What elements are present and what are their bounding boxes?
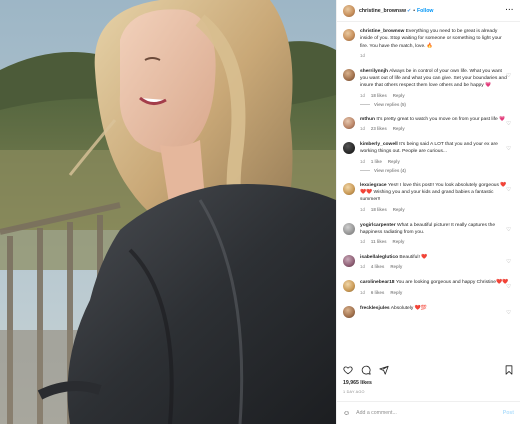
comment-username[interactable]: kimberly_cowell [360,142,398,147]
post-timestamp: 1 DAY AGO [343,390,365,394]
heart-icon[interactable]: ♡ [506,121,511,127]
comment-time: 1d [360,92,365,98]
comment-input[interactable] [356,410,487,416]
view-replies-label: View replies (4) [374,167,406,173]
reply-button[interactable]: Reply [393,239,405,244]
commenter-avatar[interactable] [343,305,355,318]
reply-button[interactable]: Reply [390,290,402,295]
comment-item: mthun It's pretty great to watch you mov… [343,116,514,131]
comment-likes[interactable]: 18 likes [371,207,387,212]
comment-likes[interactable]: 18 likes [371,93,387,98]
emoji-icon[interactable]: ☺ [343,410,350,417]
commenter-avatar[interactable] [343,222,355,235]
comment-username[interactable]: frecklesjules [360,306,390,311]
comment-item: isabellaleglutico Beautiful! ❤️ 1d 4 like… [343,254,514,269]
comment-item: sherrilynnjh Always be in control of you… [343,68,514,98]
reply-button[interactable]: Reply [393,207,405,212]
heart-icon[interactable]: ♡ [506,310,511,316]
comment-text: Absolutely ❤️💯 [390,305,427,311]
author-avatar[interactable] [343,4,355,17]
author-username[interactable]: christine_brownsw [359,8,406,14]
heart-icon[interactable]: ♡ [506,259,511,265]
comment-item: frecklesjules Absolutely ❤️💯 ♡ [343,305,514,318]
action-bar [337,364,520,376]
comment-username[interactable]: sherrilynnjh [360,69,388,74]
reply-button[interactable]: Reply [388,159,400,164]
author-avatar[interactable] [343,29,355,41]
separator-dot: • [413,7,415,14]
caption: christine_brownsw Everything you need to… [343,28,514,58]
share-icon[interactable] [379,365,389,375]
comment-time: 1d [360,289,365,295]
likes-count[interactable]: 19,965 likes [343,380,372,386]
view-replies-label: View replies (5) [374,101,406,107]
heart-icon[interactable]: ♡ [506,284,511,290]
post-button[interactable]: Post [503,410,514,416]
comment-time: 1d [360,264,365,270]
comment-likes[interactable]: 6 likes [371,290,384,295]
replies-divider [360,103,370,105]
comment-item: carolinebear18 You are looking gorgeous … [343,279,514,295]
add-comment-bar: ☺ Post [337,401,520,424]
comment-username[interactable]: carolinebear18 [360,280,395,285]
comment-likes[interactable]: 4 likes [371,264,384,269]
heart-icon[interactable]: ♡ [506,146,511,152]
reply-button[interactable]: Reply [393,93,405,98]
comment-icon[interactable] [361,365,371,375]
reply-button[interactable]: Reply [393,126,405,131]
view-replies-button[interactable]: View replies (5) [360,102,514,107]
caption-time: 1d [360,52,365,58]
photo-illustration [0,0,336,424]
comment-time: 1d [360,206,365,212]
heart-icon[interactable]: ♡ [506,187,511,193]
comment-username[interactable]: yogirlcarpenter [360,223,396,228]
comment-text: You are looking gorgeous and happy Chris… [395,280,509,286]
comment-username[interactable]: lexxiegrace [360,183,387,188]
post-header: christine_brownsw ✔ • Follow ··· [337,0,520,22]
commenter-avatar[interactable] [343,116,355,129]
commenter-avatar[interactable] [343,68,355,81]
comment-username[interactable]: isabellaleglutico [360,255,398,260]
verified-icon: ✔ [407,7,412,14]
save-icon[interactable] [504,365,514,375]
commenter-avatar[interactable] [343,142,355,155]
comment-text: It's pretty great to watch you move on f… [376,116,506,122]
comments-list[interactable]: christine_brownsw Everything you need to… [337,22,520,364]
comment-likes[interactable]: 1 like [371,159,382,164]
view-replies-button[interactable]: View replies (4) [360,168,514,173]
comment-likes[interactable]: 11 likes [371,239,387,244]
comment-text: Beautiful! ❤️ [399,255,428,261]
heart-icon[interactable] [343,365,353,375]
comment-time: 1d [360,126,365,132]
post-side-panel: christine_brownsw ✔ • Follow ··· christi… [336,0,520,424]
more-icon[interactable]: ··· [506,7,515,14]
heart-icon[interactable]: ♡ [506,227,511,233]
replies-divider [360,169,370,171]
caption-username[interactable]: christine_brownsw [360,29,404,34]
reply-button[interactable]: Reply [390,264,402,269]
commenter-avatar[interactable] [343,182,355,195]
commenter-avatar[interactable] [343,255,355,268]
comment-item: yogirlcarpenter What a beautiful picture… [343,222,514,245]
post-photo[interactable] [0,0,336,424]
comment-item: lexxiegrace Yes!! I love this post!! You… [343,182,514,212]
follow-button[interactable]: Follow [417,8,433,14]
comment-time: 1d [360,239,365,245]
heart-icon[interactable]: ♡ [506,73,511,79]
comment-item: kimberly_cowell It's being said A LOT th… [343,141,514,164]
comment-time: 1d [360,158,365,164]
comment-username[interactable]: mthun [360,117,375,122]
comment-likes[interactable]: 23 likes [371,126,387,131]
commenter-avatar[interactable] [343,280,355,293]
